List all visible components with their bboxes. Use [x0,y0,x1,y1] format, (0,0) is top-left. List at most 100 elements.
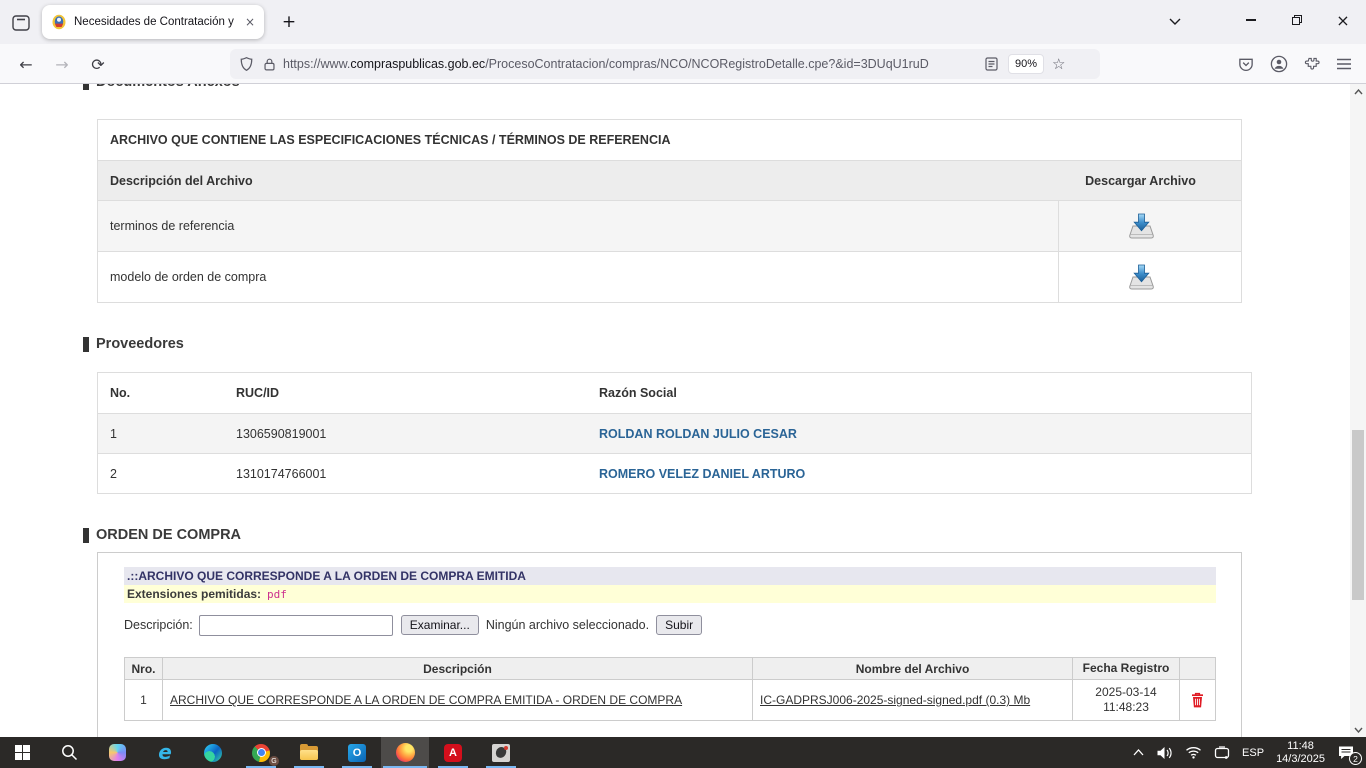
scroll-up-icon[interactable] [1350,84,1366,99]
table-row: 1 ARCHIVO QUE CORRESPONDE A LA ORDEN DE … [125,679,1215,720]
url-path: /ProcesoContratacion/compras/NCO/NCORegi… [485,57,929,71]
browser-tab[interactable]: Necesidades de Contratación y × [42,5,264,39]
tab-title: Necesidades de Contratación y [74,16,239,28]
outlook-icon: O [348,744,366,762]
descripcion-label: Descripción: [124,618,193,632]
col-header-descripcion-archivo: Descripción del Archivo [98,174,1058,188]
section-title-orden-de-compra: ORDEN DE COMPRA [96,527,241,543]
volume-icon[interactable] [1150,737,1179,768]
section-bullet [83,528,89,543]
scrollbar-thumb[interactable] [1352,430,1364,600]
tab-bar: Necesidades de Contratación y × + × [0,0,1366,44]
taskbar-file-explorer-button[interactable] [285,737,333,768]
proveedor-ruc: 1310174766001 [224,467,587,481]
tab-list-chevron-icon[interactable] [1160,8,1190,34]
notification-count-badge: 2 [1349,752,1362,765]
examinar-button[interactable]: Examinar... [401,615,479,635]
section-proveedores: Proveedores [83,336,184,352]
account-icon[interactable] [1270,55,1288,73]
system-tray: ESP 11:48 14/3/2025 2 [1127,737,1366,768]
lock-icon[interactable] [263,57,276,72]
window-close-button[interactable]: × [1320,0,1366,40]
language-indicator[interactable]: ESP [1236,737,1270,768]
delete-trash-icon[interactable] [1191,692,1204,708]
site-favicon [51,14,67,30]
scroll-down-icon[interactable] [1350,722,1366,737]
extensions-label: Extensiones pemitidas: [127,587,261,601]
new-tab-button[interactable]: + [276,9,302,35]
file-name-link[interactable]: IC-GADPRSJ006-2025-signed-signed.pdf (0.… [760,693,1030,707]
col-header-no: No. [98,386,224,400]
col-header-razon-social: Razón Social [587,386,1251,400]
firefox-icon [396,743,415,762]
table-header-row: Descripción del Archivo Descargar Archiv… [98,160,1241,200]
taskbar-chrome-button[interactable]: G [237,737,285,768]
reload-button[interactable]: ⟳ [84,51,112,77]
wifi-icon[interactable] [1179,737,1208,768]
download-icon[interactable] [1126,263,1157,291]
url-scheme: https://www. [283,57,350,71]
url-domain: compraspublicas.gob.ec [350,57,485,71]
acrobat-icon: A [444,744,462,762]
taskbar-copilot-button[interactable] [93,737,141,768]
table-row: 2 1310174766001 ROMERO VELEZ DANIEL ARTU… [98,453,1251,493]
window-restore-button[interactable] [1274,0,1320,40]
firefox-view-button[interactable] [9,12,33,34]
back-button[interactable]: ← [12,51,40,77]
taskbar-acrobat-button[interactable]: A [429,737,477,768]
java-app-icon [492,744,510,762]
window-controls: × [1228,0,1366,40]
col-header-descargar-archivo: Descargar Archivo [1058,161,1241,200]
internet-explorer-icon: e [158,744,172,761]
taskbar-internet-explorer-button[interactable]: e [141,737,189,768]
upload-form: Descripción: Examinar... Ningún archivo … [124,611,702,639]
orden-compra-files-table: Nro. Descripción Nombre del Archivo Fech… [124,657,1216,721]
col-header-ruc: RUC/ID [224,386,587,400]
taskbar-search-button[interactable] [45,737,93,768]
menu-hamburger-icon[interactable] [1336,57,1352,71]
taskbar-clock[interactable]: 11:48 14/3/2025 [1270,737,1331,768]
proveedor-link[interactable]: ROLDAN ROLDAN JULIO CESAR [599,427,797,441]
tracking-shield-icon[interactable] [239,56,254,72]
descripcion-input[interactable] [199,615,393,636]
fecha-registro-date: 2025-03-14 [1095,685,1156,700]
pocket-icon[interactable] [1237,56,1255,73]
table-header-row: Nro. Descripción Nombre del Archivo Fech… [125,658,1215,679]
upload-banner: .::ARCHIVO QUE CORRESPONDE A LA ORDEN DE… [124,567,1216,585]
window-minimize-button[interactable] [1228,0,1274,40]
proveedor-ruc: 1306590819001 [224,427,587,441]
page-scrollbar[interactable] [1350,84,1366,737]
download-icon[interactable] [1126,212,1157,240]
section-bullet [83,84,89,90]
zoom-level-button[interactable]: 90% [1008,54,1044,74]
file-descripcion-link[interactable]: ARCHIVO QUE CORRESPONDE A LA ORDEN DE CO… [170,693,682,707]
taskbar-outlook-button[interactable]: O [333,737,381,768]
notification-center-button[interactable]: 2 [1331,737,1361,768]
tray-chevron-up-icon[interactable] [1127,737,1150,768]
section-bullet [83,337,89,352]
start-button[interactable] [0,737,45,768]
tab-close-icon[interactable]: × [245,15,255,29]
subir-button[interactable]: Subir [656,615,702,635]
col-header-fecha-registro: Fecha Registro [1072,658,1179,679]
windows-logo-icon [15,745,31,761]
extensions-puzzle-icon[interactable] [1303,55,1321,73]
extensions-value: pdf [267,588,287,601]
reader-mode-icon[interactable] [985,57,998,71]
table-caption: ARCHIVO QUE CONTIENE LAS ESPECIFICACIONE… [110,133,670,147]
clock-date: 14/3/2025 [1276,753,1325,766]
url-bar[interactable]: https://www.compraspublicas.gob.ec/Proce… [230,49,1100,79]
proveedor-no: 1 [98,427,224,441]
taskbar-java-app-button[interactable] [477,737,525,768]
proveedor-no: 2 [98,467,224,481]
proveedores-table: No. RUC/ID Razón Social 1 1306590819001 … [97,372,1252,494]
taskbar-edge-button[interactable] [189,737,237,768]
navigation-toolbar: ← → ⟳ https://www.compraspublicas.gob.ec… [0,44,1366,84]
fecha-registro-time: 11:48:23 [1103,700,1149,715]
extensions-band: Extensiones pemitidas: pdf [124,585,1216,603]
proveedor-link[interactable]: ROMERO VELEZ DANIEL ARTURO [599,467,805,481]
archivo-descripcion: terminos de referencia [98,219,1058,233]
taskbar-firefox-button[interactable] [381,737,429,768]
remote-desktop-icon[interactable] [1208,737,1236,768]
bookmark-star-icon[interactable]: ☆ [1052,55,1065,73]
